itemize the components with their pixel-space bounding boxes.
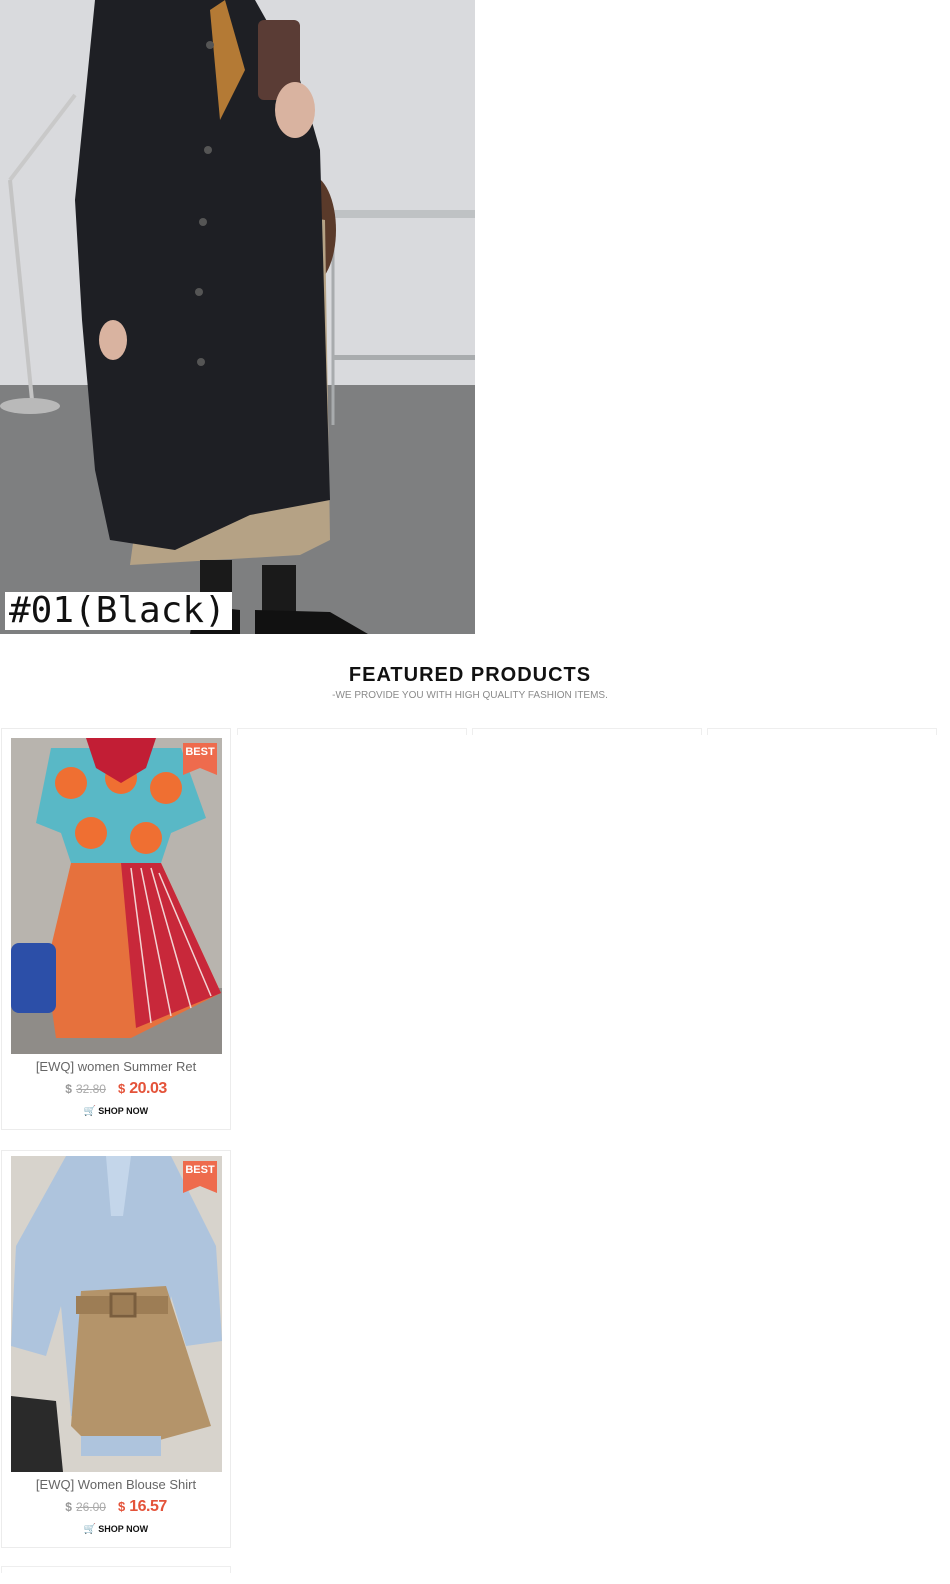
cart-icon: 🛒 — [83, 1524, 97, 1535]
old-price: 32.80 — [75, 1082, 106, 1096]
empty-product-slot — [237, 728, 467, 735]
variant-label: #01(Black) — [5, 592, 232, 630]
hero-photo-illustration — [0, 0, 475, 634]
shop-now-button[interactable]: 🛒 SHOP NOW — [2, 1106, 230, 1117]
old-price: 26.00 — [75, 1500, 106, 1514]
hero-product-image: #01(Black) — [0, 0, 475, 634]
shop-now-label: SHOP NOW — [98, 1524, 149, 1534]
product-name[interactable]: [EWQ] Women Blouse Shirt — [2, 1477, 230, 1492]
product-name[interactable]: [EWQ] women Summer Ret — [2, 1059, 230, 1074]
sale-price-currency: $ — [117, 1499, 126, 1514]
product-photo-illustration — [11, 738, 222, 1054]
product-prices: $26.00 $16.57 — [2, 1498, 230, 1516]
product-image[interactable]: BEST — [11, 1156, 222, 1472]
empty-product-slot — [707, 728, 937, 735]
shop-now-label: SHOP NOW — [98, 1106, 149, 1116]
old-price-currency: $ — [65, 1500, 72, 1514]
featured-subtitle: -WE PROVIDE YOU WITH HIGH QUALITY FASHIO… — [332, 690, 608, 701]
cart-icon: 🛒 — [83, 1106, 97, 1117]
product-image[interactable]: BEST — [11, 738, 222, 1054]
shop-now-button[interactable]: 🛒 SHOP NOW — [2, 1524, 230, 1535]
product-card[interactable]: BEST [EWQ] Women Blouse Shirt $26.00 $16.… — [1, 1150, 231, 1548]
sale-price: 20.03 — [129, 1080, 167, 1097]
product-prices: $32.80 $20.03 — [2, 1080, 230, 1098]
empty-product-slot — [1, 1566, 231, 1573]
product-card[interactable]: BEST [EWQ] women Summer Ret $32.80 $20.03… — [1, 728, 231, 1130]
featured-title: FEATURED PRODUCTS — [348, 664, 592, 686]
sale-price: 16.57 — [129, 1498, 167, 1515]
empty-product-slot — [472, 728, 702, 735]
old-price-currency: $ — [65, 1082, 72, 1096]
sale-price-currency: $ — [117, 1081, 126, 1096]
product-photo-illustration — [11, 1156, 222, 1472]
